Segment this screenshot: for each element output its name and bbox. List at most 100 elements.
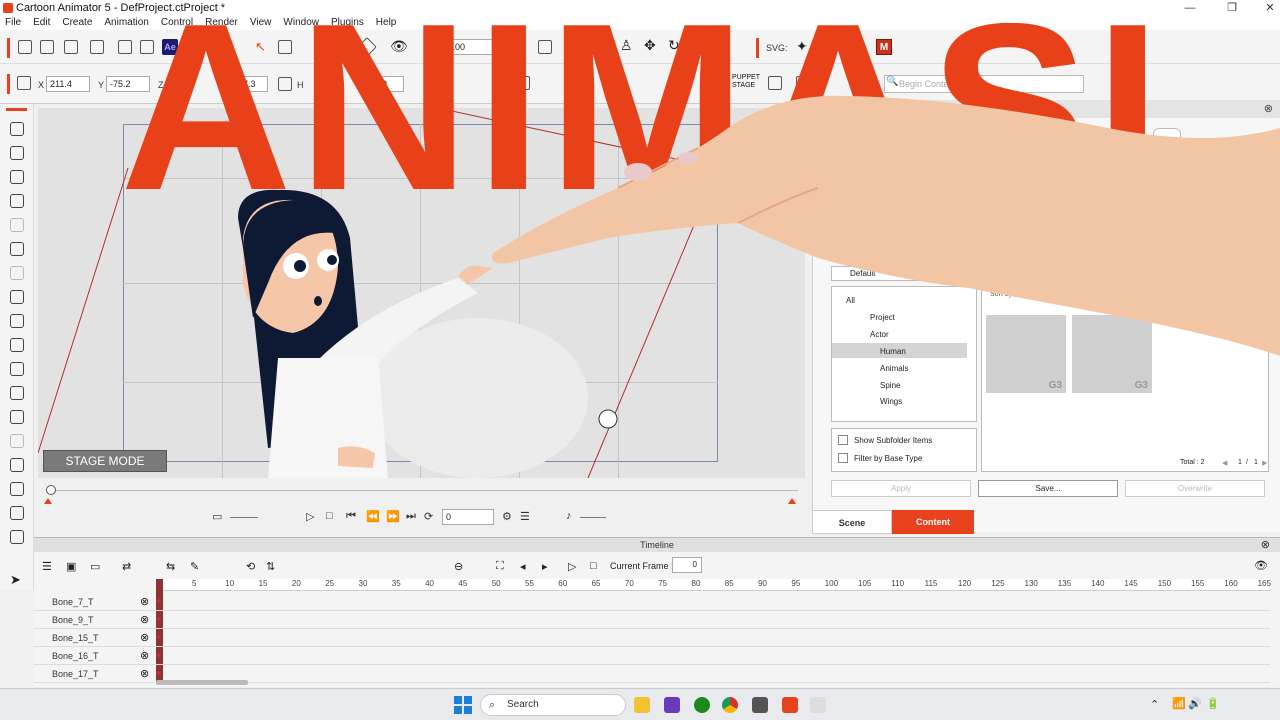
windows-start-icon[interactable] xyxy=(454,696,472,714)
app-icon[interactable] xyxy=(810,697,826,713)
apply-button[interactable]: Apply xyxy=(831,480,971,497)
volume-icon[interactable]: 🔊 xyxy=(1188,697,1202,710)
close-timeline-icon[interactable]: ⊗ xyxy=(1261,538,1270,552)
timeline-track-row[interactable]: Bone_15_T ⊗ ◆ xyxy=(34,629,1270,647)
subtitle-icon[interactable]: ▭ xyxy=(212,510,222,523)
last-frame-icon[interactable]: ⏭ xyxy=(406,510,416,523)
time-scrubber[interactable] xyxy=(38,482,805,506)
remove-track-icon[interactable]: ⊗ xyxy=(140,595,149,608)
prop-icon[interactable] xyxy=(10,266,24,280)
menu-edit[interactable]: Edit xyxy=(27,16,56,30)
tab-scene[interactable]: Scene xyxy=(812,510,892,534)
maximize-button[interactable]: ❐ xyxy=(1212,0,1252,16)
menu-create[interactable]: Create xyxy=(56,16,98,30)
select-track-icon[interactable]: ▣ xyxy=(66,560,76,573)
tab-content[interactable]: Content xyxy=(892,510,974,534)
cartoon-animator-icon[interactable] xyxy=(782,697,798,713)
fit-icon[interactable]: ⛶ xyxy=(496,560,504,573)
xbox-icon[interactable] xyxy=(694,697,710,713)
keyframe-marker[interactable]: ◆ xyxy=(156,669,161,677)
tray-chevron-icon[interactable]: ⌃ xyxy=(1150,698,1159,711)
tl-play-icon[interactable]: ▷ xyxy=(568,560,576,573)
prev-page-icon[interactable]: ◀ xyxy=(1222,459,1227,467)
open-file-icon[interactable] xyxy=(40,40,54,54)
key-switch-icon[interactable]: ⇄ xyxy=(122,560,131,573)
tree-item-wings[interactable]: Wings xyxy=(880,397,902,406)
scrubber-handle[interactable] xyxy=(46,485,56,495)
settings-icon[interactable]: ⚙ xyxy=(502,510,512,523)
horizontal-scrollbar[interactable] xyxy=(156,680,248,685)
battery-icon[interactable]: 🔋 xyxy=(1206,697,1220,710)
loop-icon[interactable]: ⟲ xyxy=(246,560,255,573)
timeline-track-row[interactable]: Bone_9_T ⊗ ◆ xyxy=(34,611,1270,629)
new-file-icon[interactable] xyxy=(18,40,32,54)
cart-icon[interactable] xyxy=(90,40,104,54)
taskbar-search[interactable]: ⌕ Search xyxy=(480,694,626,716)
loop-icon[interactable]: ⟳ xyxy=(424,510,433,523)
keyframe-marker[interactable]: ◆ xyxy=(156,633,161,641)
tl-stop-icon[interactable]: □ xyxy=(590,560,597,572)
zoom-out-icon[interactable]: ⊖ xyxy=(454,560,463,573)
wifi-icon[interactable]: 📶 xyxy=(1172,697,1186,710)
character-composer-icon[interactable] xyxy=(10,122,24,136)
first-frame-icon[interactable]: ⏮ xyxy=(346,510,356,523)
pivot-icon[interactable] xyxy=(10,530,24,544)
range-right-icon[interactable]: ▸ xyxy=(542,560,548,573)
next-frame-icon[interactable]: ⏩ xyxy=(386,510,400,523)
sprite-editor-icon[interactable] xyxy=(10,170,24,184)
minimize-button[interactable]: — xyxy=(1170,0,1210,16)
app-icon[interactable] xyxy=(752,697,768,713)
app-icon[interactable] xyxy=(664,697,680,713)
grid-tool-icon[interactable] xyxy=(10,434,24,448)
x-input[interactable]: 211.4 xyxy=(46,76,90,92)
camera-icon[interactable] xyxy=(10,338,24,352)
audio-slider[interactable] xyxy=(580,517,606,518)
spring-icon[interactable] xyxy=(10,482,24,496)
subtitle-list-icon[interactable]: ☰ xyxy=(520,510,530,523)
layer-filter-icon[interactable]: ▭ xyxy=(90,560,100,573)
transition-icon[interactable]: ⇆ xyxy=(166,560,175,573)
sort-icon[interactable]: ⇅ xyxy=(266,560,275,573)
remove-track-icon[interactable]: ⊗ xyxy=(140,667,149,680)
wire-icon[interactable] xyxy=(10,506,24,520)
filter-checkbox[interactable] xyxy=(838,453,848,463)
keyframe-marker[interactable]: ◆ xyxy=(156,651,161,659)
range-left-icon[interactable]: ◂ xyxy=(520,560,526,573)
remove-track-icon[interactable]: ⊗ xyxy=(140,649,149,662)
prev-frame-icon[interactable]: ⏪ xyxy=(366,510,380,523)
current-frame-input[interactable]: 0 xyxy=(672,557,702,573)
range-end-marker[interactable] xyxy=(788,498,796,504)
save-button[interactable]: Save... xyxy=(978,480,1118,497)
stop-icon[interactable]: □ xyxy=(326,510,333,522)
puppet-icon[interactable] xyxy=(10,314,24,328)
timeline-track-row[interactable]: Bone_7_T ⊗ ◆ xyxy=(34,593,1270,611)
menu-file[interactable]: File xyxy=(0,16,27,30)
pointer-icon[interactable]: ➤ xyxy=(10,572,21,588)
face-key-icon[interactable] xyxy=(10,218,24,232)
hand-icon[interactable] xyxy=(10,362,24,376)
timeline-ruler[interactable]: 5 10 15 20 25 30 35 40 45 50 55 60 65 70 75 80 85 90 95 100… xyxy=(160,579,1271,591)
mocap-icon[interactable] xyxy=(10,290,24,304)
subfolder-checkbox[interactable] xyxy=(838,435,848,445)
keyframe-marker[interactable]: ◆ xyxy=(156,597,161,605)
overwrite-button[interactable]: Overwrite xyxy=(1125,480,1265,497)
figure-icon[interactable] xyxy=(10,386,24,400)
play-icon[interactable]: ▷ xyxy=(306,510,314,523)
layer-icon[interactable] xyxy=(10,458,24,472)
stage-mode-button[interactable]: STAGE MODE xyxy=(43,450,167,472)
save-icon[interactable] xyxy=(64,40,78,54)
motion-pilot-icon[interactable] xyxy=(10,242,24,256)
track-list-icon[interactable]: ☰ xyxy=(42,560,52,573)
close-button[interactable]: ✕ xyxy=(1250,0,1280,16)
remove-track-icon[interactable]: ⊗ xyxy=(140,631,149,644)
timeline-view-icon[interactable]: 👁 xyxy=(1254,559,1268,572)
morph-icon[interactable] xyxy=(10,410,24,424)
next-page-icon[interactable]: ▶ xyxy=(1262,459,1267,467)
timeline-track-row[interactable]: Bone_16_T ⊗ ◆ xyxy=(34,647,1270,665)
music-icon[interactable]: ♪ xyxy=(566,510,572,522)
audio-icon[interactable] xyxy=(10,194,24,208)
file-explorer-icon[interactable] xyxy=(634,697,650,713)
keyframe-marker[interactable]: ◆ xyxy=(156,615,161,623)
volume-slider[interactable] xyxy=(230,517,258,518)
remove-track-icon[interactable]: ⊗ xyxy=(140,613,149,626)
